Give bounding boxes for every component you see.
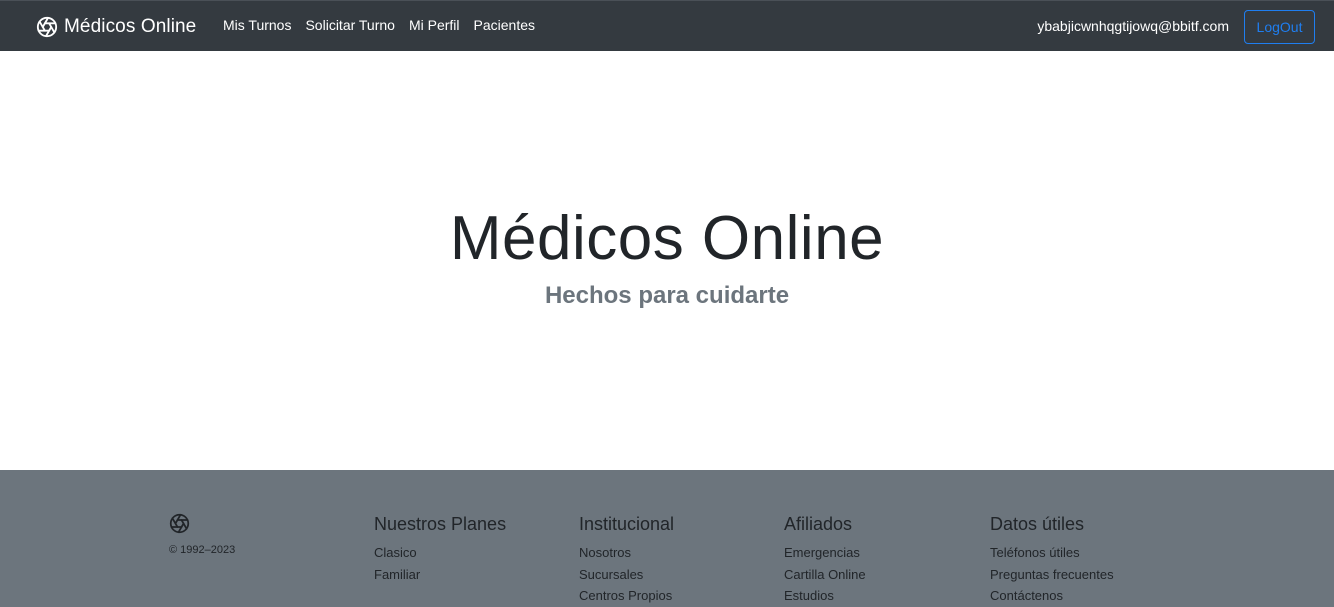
footer-link-emergencias[interactable]: Emergencias (784, 542, 866, 564)
footer-link-telefonos[interactable]: Teléfonos útiles (990, 542, 1114, 564)
nav-links: Mis Turnos Solicitar Turno Mi Perfil Pac… (223, 17, 549, 33)
footer-link-familiar[interactable]: Familiar (374, 564, 506, 586)
hero-subtitle: Hechos para cuidarte (544, 282, 790, 309)
footer-column-afiliados: Afiliados Emergencias Cartilla Online Es… (784, 513, 866, 607)
aperture-icon (36, 16, 58, 38)
footer-link-sucursales[interactable]: Sucursales (579, 564, 674, 586)
brand-link[interactable]: Médicos Online (36, 13, 196, 41)
user-email: ybabjicwnhqgtijowq@bbitf.com (1037, 18, 1229, 34)
copyright-text: © 1992–2023 (169, 544, 236, 556)
aperture-icon (169, 513, 190, 534)
brand-name: Médicos Online (64, 16, 197, 37)
nav-link-mi-perfil[interactable]: Mi Perfil (409, 17, 460, 33)
hero-section: Médicos Online Hechos para cuidarte (0, 51, 1334, 470)
footer-link-centros-propios[interactable]: Centros Propios (579, 585, 674, 607)
footer-link-preguntas-frecuentes[interactable]: Preguntas frecuentes (990, 564, 1114, 586)
nav-link-solicitar-turno[interactable]: Solicitar Turno (305, 17, 394, 33)
footer-link-cartilla-online[interactable]: Cartilla Online (784, 564, 866, 586)
footer-link-clasico[interactable]: Clasico (374, 542, 506, 564)
hero-title: Médicos Online (449, 204, 885, 273)
footer-link-estudios[interactable]: Estudios (784, 585, 866, 607)
top-navbar: Médicos Online Mis Turnos Solicitar Turn… (0, 0, 1334, 51)
logout-button[interactable]: LogOut (1244, 10, 1315, 44)
footer-column-planes: Nuestros Planes Clasico Familiar (374, 513, 506, 585)
footer-heading: Institucional (579, 514, 675, 534)
nav-link-pacientes[interactable]: Pacientes (474, 17, 535, 33)
footer-heading: Datos útiles (990, 514, 1085, 534)
footer-column-datos-utiles: Datos útiles Teléfonos útiles Preguntas … (990, 513, 1114, 607)
footer-link-contactenos[interactable]: Contáctenos (990, 585, 1114, 607)
footer-link-nosotros[interactable]: Nosotros (579, 542, 674, 564)
nav-link-mis-turnos[interactable]: Mis Turnos (223, 17, 291, 33)
footer-heading: Nuestros Planes (374, 514, 507, 534)
footer: © 1992–2023 Nuestros Planes Clasico Fami… (0, 470, 1334, 607)
footer-heading: Afiliados (784, 514, 853, 534)
footer-column-institucional: Institucional Nosotros Sucursales Centro… (579, 513, 674, 607)
